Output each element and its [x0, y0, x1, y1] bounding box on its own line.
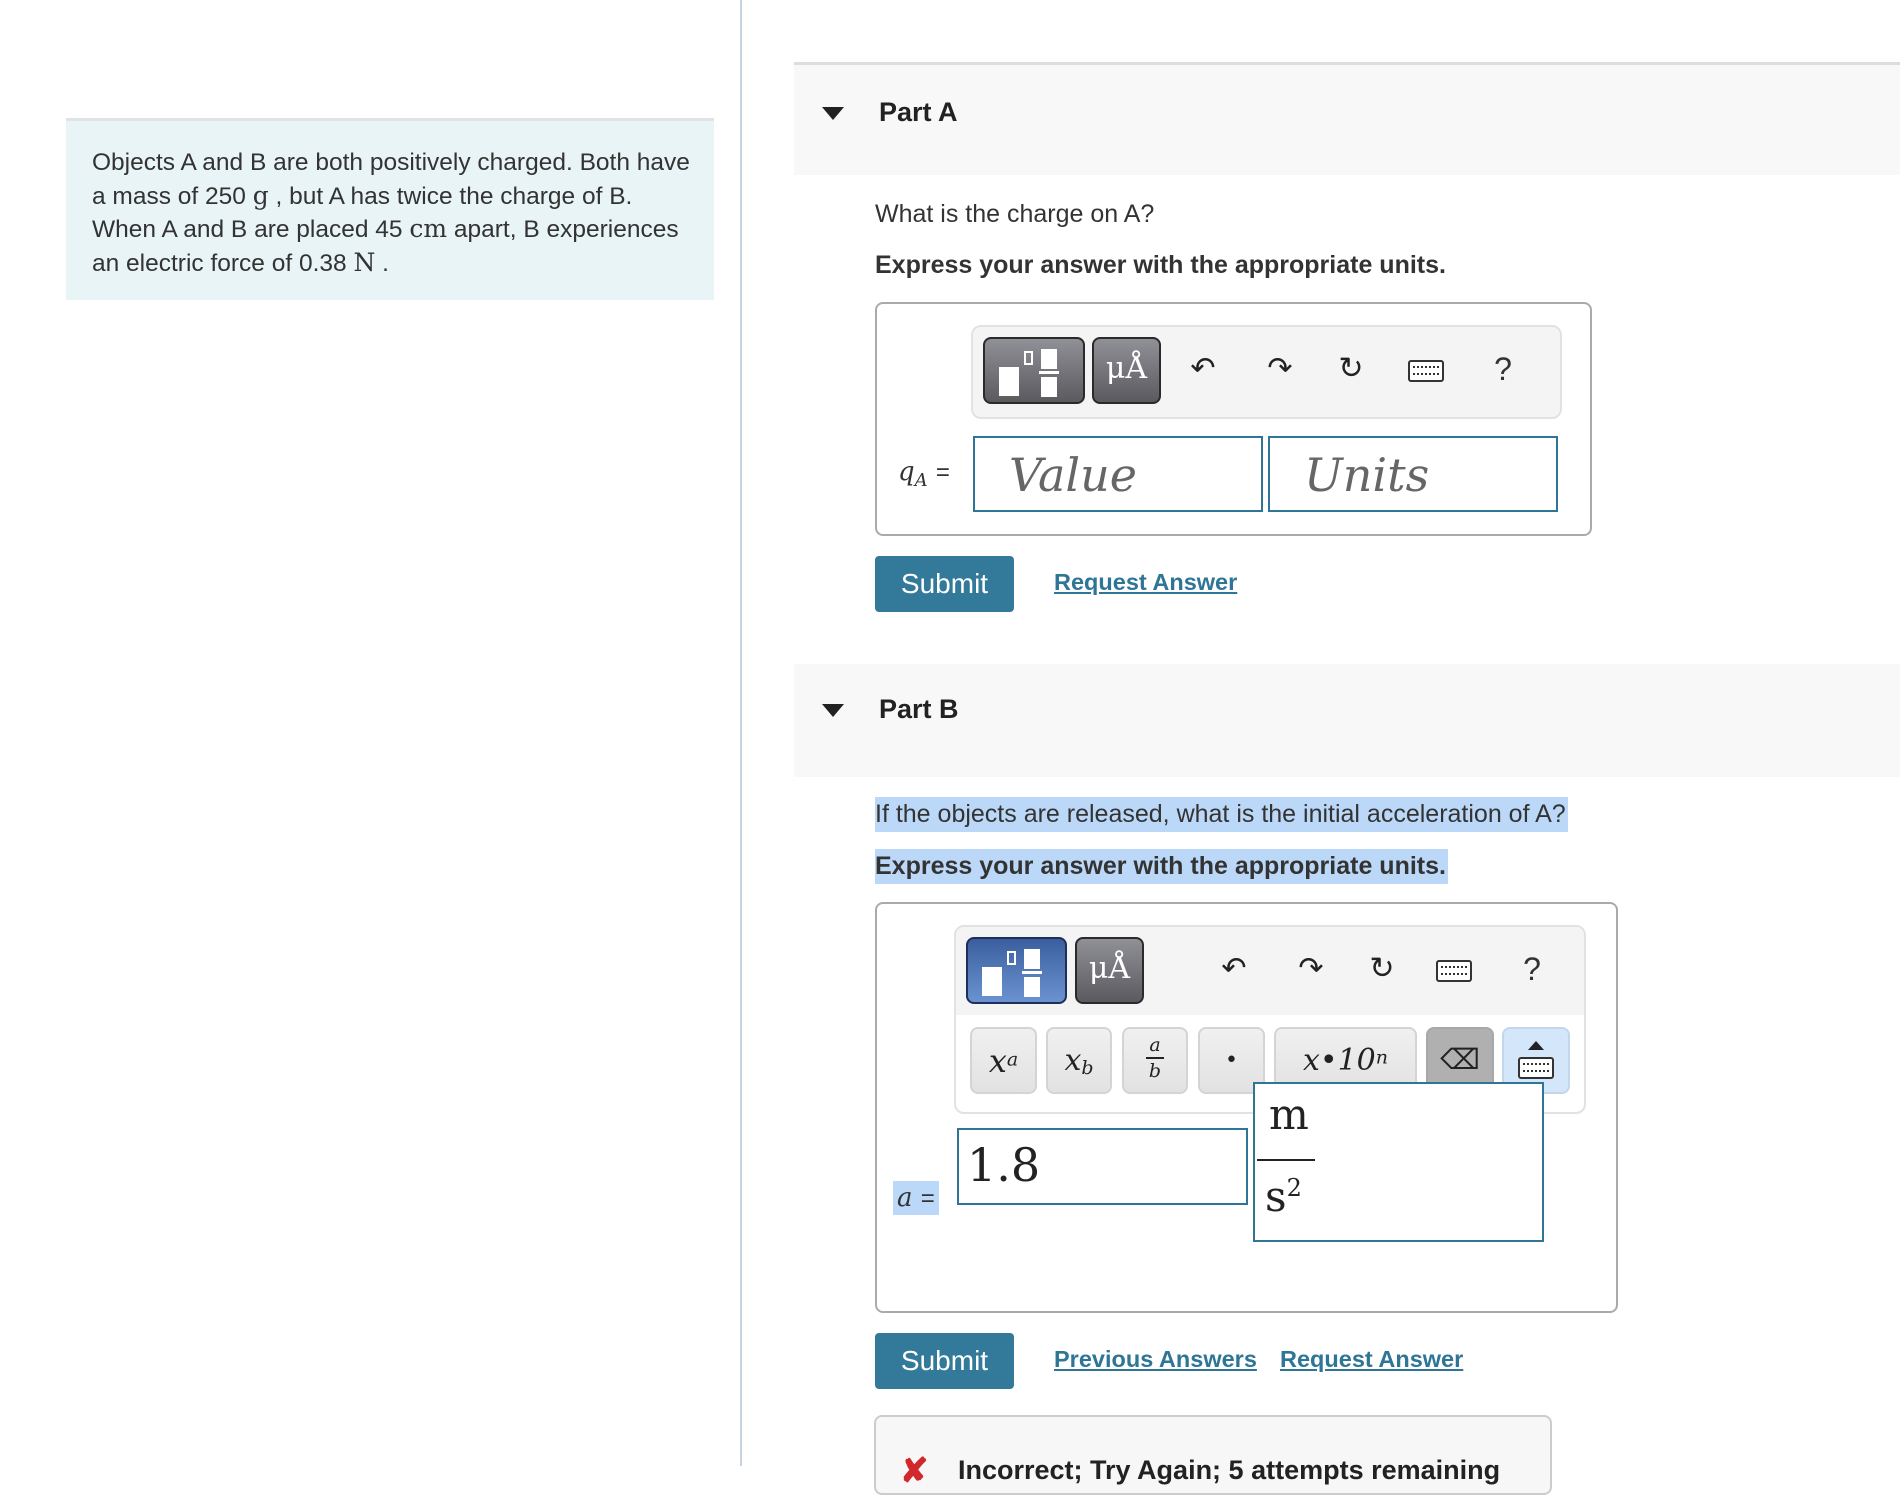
unit-n: N — [353, 247, 376, 277]
equals-sign: = — [920, 1185, 935, 1212]
redo-icon[interactable]: ↷ — [1291, 949, 1331, 989]
part-b-submit-button[interactable]: Submit — [875, 1333, 1014, 1389]
value-text: 1.8 — [967, 1138, 1041, 1192]
units-den-exp: 2 — [1286, 1174, 1302, 1202]
units-input[interactable]: m s2 — [1253, 1082, 1544, 1242]
units-placeholder: Units — [1304, 448, 1430, 502]
var-a: a — [897, 1183, 913, 1213]
part-a-instruction: Express your answer with the appropriate… — [875, 251, 1446, 279]
problem-text-part: . — [375, 249, 389, 277]
previous-answers-link[interactable]: Previous Answers — [1054, 1346, 1257, 1373]
units-button[interactable]: μÅ — [1075, 937, 1144, 1004]
collapse-caret-icon[interactable] — [822, 704, 844, 717]
backspace-icon: ⌫ — [1440, 1043, 1480, 1076]
key-sup: n — [1375, 1046, 1389, 1069]
superscript-key[interactable]: xa — [970, 1027, 1037, 1094]
units-den-base: s — [1265, 1172, 1287, 1221]
part-b-question-text: If the objects are released, what is the… — [875, 797, 1568, 832]
part-b-header[interactable]: Part B — [794, 664, 1900, 777]
problem-statement: Objects A and B are both positively char… — [66, 118, 714, 300]
problem-text: Objects A and B are both positively char… — [92, 147, 692, 280]
keyboard-icon[interactable] — [1408, 360, 1444, 382]
part-a-title: Part A — [879, 97, 958, 127]
unit-cm: cm — [409, 214, 448, 243]
help-icon[interactable]: ? — [1512, 949, 1552, 989]
part-a-submit-button[interactable]: Submit — [875, 556, 1014, 612]
subscript-key[interactable]: xb — [1046, 1027, 1112, 1094]
part-a-header[interactable]: Part A — [794, 62, 1900, 175]
expand-arrow-icon — [1528, 1041, 1544, 1050]
part-b-title: Part B — [879, 694, 959, 724]
var-q: q — [898, 457, 915, 487]
unit-g: g — [252, 180, 269, 210]
help-icon[interactable]: ? — [1483, 349, 1523, 389]
key-base: x — [1064, 1043, 1082, 1078]
key-den: b — [1148, 1060, 1162, 1082]
units-label: μÅ — [1088, 951, 1131, 986]
units-button[interactable]: μÅ — [1092, 337, 1161, 404]
part-b-instruction: Express your answer with the appropriate… — [875, 849, 1448, 884]
units-input[interactable]: Units — [1268, 436, 1558, 512]
reset-icon[interactable]: ↻ — [1331, 349, 1371, 389]
fraction-key[interactable]: a b — [1122, 1027, 1188, 1094]
part-b-answer-box: μÅ ↶ ↷ ↻ ? xa xb a b • x•10n ⌫ a = 1.8 m… — [875, 902, 1618, 1313]
part-a-variable-label: qA = — [898, 457, 950, 491]
fraction-bar — [1146, 1057, 1164, 1059]
key-base: x•10 — [1302, 1043, 1376, 1078]
value-input[interactable]: Value — [973, 436, 1263, 512]
key-num: a — [1149, 1034, 1161, 1056]
reset-icon[interactable]: ↻ — [1362, 949, 1402, 989]
keyboard-icon — [1518, 1057, 1554, 1079]
templates-button[interactable] — [966, 937, 1067, 1004]
undo-icon[interactable]: ↶ — [1183, 349, 1223, 389]
part-a-question: What is the charge on A? — [875, 200, 1155, 228]
key-base: x — [988, 1042, 1007, 1080]
part-b-question: If the objects are released, what is the… — [875, 797, 1568, 832]
templates-icon — [982, 949, 1052, 997]
units-numerator: m — [1269, 1090, 1309, 1139]
part-b-request-answer-link[interactable]: Request Answer — [1280, 1346, 1463, 1373]
templates-icon — [999, 349, 1069, 397]
part-b-variable-label: a = — [893, 1181, 939, 1215]
var-subscript: A — [914, 470, 928, 492]
keyboard-icon[interactable] — [1436, 960, 1472, 982]
units-fraction-bar — [1257, 1159, 1315, 1161]
collapse-caret-icon[interactable] — [822, 107, 844, 120]
var-label-highlight: a = — [893, 1181, 939, 1215]
key-sub: b — [1081, 1057, 1094, 1080]
part-a-answer-box: μÅ ↶ ↷ ↻ ? qA = Value Units — [875, 302, 1592, 536]
key-sup: a — [1006, 1048, 1019, 1071]
redo-icon[interactable]: ↷ — [1260, 349, 1300, 389]
column-divider — [740, 0, 742, 1466]
undo-icon[interactable]: ↶ — [1214, 949, 1254, 989]
incorrect-x-icon: ✘ — [900, 1452, 929, 1490]
templates-button[interactable] — [983, 337, 1085, 404]
value-placeholder: Value — [1009, 448, 1137, 502]
part-a-toolbar: μÅ ↶ ↷ ↻ ? — [971, 325, 1562, 419]
equals-sign: = — [935, 459, 950, 486]
feedback-box: ✘ Incorrect; Try Again; 5 attempts remai… — [874, 1415, 1552, 1495]
feedback-text: Incorrect; Try Again; 5 attempts remaini… — [958, 1455, 1501, 1485]
units-label: μÅ — [1105, 351, 1148, 386]
part-b-instruction-text: Express your answer with the appropriate… — [875, 849, 1448, 884]
value-input[interactable]: 1.8 — [957, 1128, 1248, 1205]
part-a-request-answer-link[interactable]: Request Answer — [1054, 569, 1237, 596]
key-dot: • — [1225, 1048, 1238, 1073]
units-denominator: s2 — [1265, 1172, 1302, 1221]
